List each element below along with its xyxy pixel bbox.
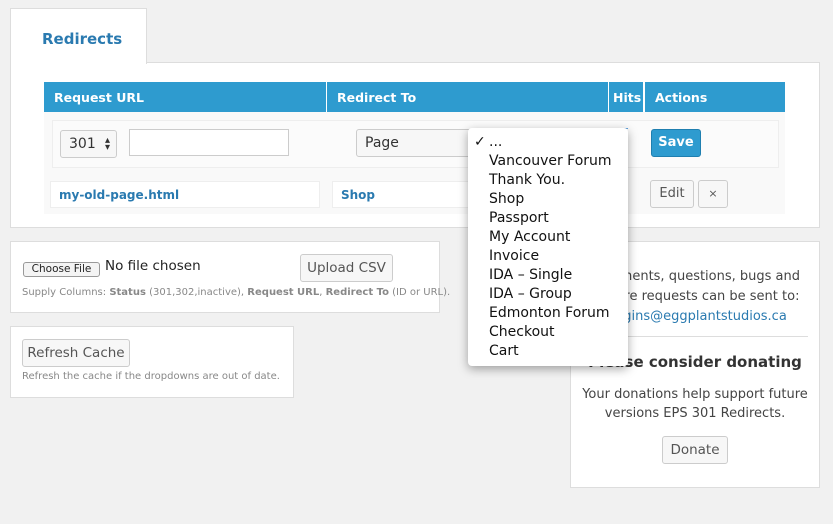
- cache-help: Refresh the cache if the dropdowns are o…: [22, 371, 280, 382]
- delete-button[interactable]: ×: [698, 180, 728, 208]
- option-label: IDA – Single: [489, 267, 573, 283]
- dropdown-option[interactable]: Thank You.: [468, 171, 628, 190]
- choose-file-button[interactable]: Choose File: [23, 262, 100, 277]
- dropdown-option[interactable]: My Account: [468, 228, 628, 247]
- upload-help: Supply Columns: Status (301,302,inactive…: [22, 287, 451, 298]
- option-label: Invoice: [489, 248, 540, 264]
- contact-email-link[interactable]: plugins@eggplantstudios.ca: [603, 309, 787, 324]
- edit-button[interactable]: Edit: [650, 180, 694, 208]
- option-label: Cart: [489, 343, 519, 359]
- header-request-url: Request URL: [44, 82, 326, 112]
- dropdown-option[interactable]: Edmonton Forum: [468, 304, 628, 323]
- option-label: IDA – Group: [489, 286, 572, 302]
- file-status: No file chosen: [105, 258, 201, 274]
- dropdown-option[interactable]: Checkout: [468, 323, 628, 342]
- option-label: Shop: [489, 191, 525, 207]
- dropdown-option[interactable]: Shop: [468, 190, 628, 209]
- option-label: ...: [489, 134, 503, 150]
- redirect-type-select[interactable]: Page: [356, 129, 476, 157]
- option-label: Passport: [489, 210, 549, 226]
- refresh-cache-button[interactable]: Refresh Cache: [22, 339, 130, 367]
- header-actions: Actions: [645, 82, 785, 112]
- status-select[interactable]: 301 ▴ ▾: [60, 130, 117, 158]
- option-label: Checkout: [489, 324, 555, 340]
- option-label: Thank You.: [489, 172, 566, 188]
- request-url-input[interactable]: [129, 129, 289, 156]
- upload-csv-button[interactable]: Upload CSV: [300, 254, 393, 282]
- destination-dropdown-menu[interactable]: ✓... Vancouver Forum Thank You. Shop Passpor…: [468, 128, 628, 366]
- option-label: My Account: [489, 229, 571, 245]
- option-label: Vancouver Forum: [489, 153, 612, 169]
- option-label: Edmonton Forum: [489, 305, 610, 321]
- dropdown-option[interactable]: Invoice: [468, 247, 628, 266]
- dropdown-option[interactable]: IDA – Single: [468, 266, 628, 285]
- tab-redirects[interactable]: Redirects: [10, 8, 147, 64]
- header-redirect-to: Redirect To: [327, 82, 608, 112]
- checkmark-icon: ✓: [474, 134, 486, 150]
- save-button[interactable]: Save: [651, 129, 701, 157]
- header-hits: Hits: [609, 82, 643, 112]
- dropdown-option[interactable]: Vancouver Forum: [468, 152, 628, 171]
- dropdown-option[interactable]: Passport: [468, 209, 628, 228]
- dropdown-option[interactable]: IDA – Group: [468, 285, 628, 304]
- row-request-url[interactable]: my-old-page.html: [50, 181, 320, 208]
- donate-text: Your donations help support future versio…: [582, 387, 808, 421]
- dropdown-option[interactable]: Cart: [468, 342, 628, 361]
- donate-button[interactable]: Donate: [662, 436, 728, 464]
- dropdown-option[interactable]: ✓...: [468, 133, 628, 152]
